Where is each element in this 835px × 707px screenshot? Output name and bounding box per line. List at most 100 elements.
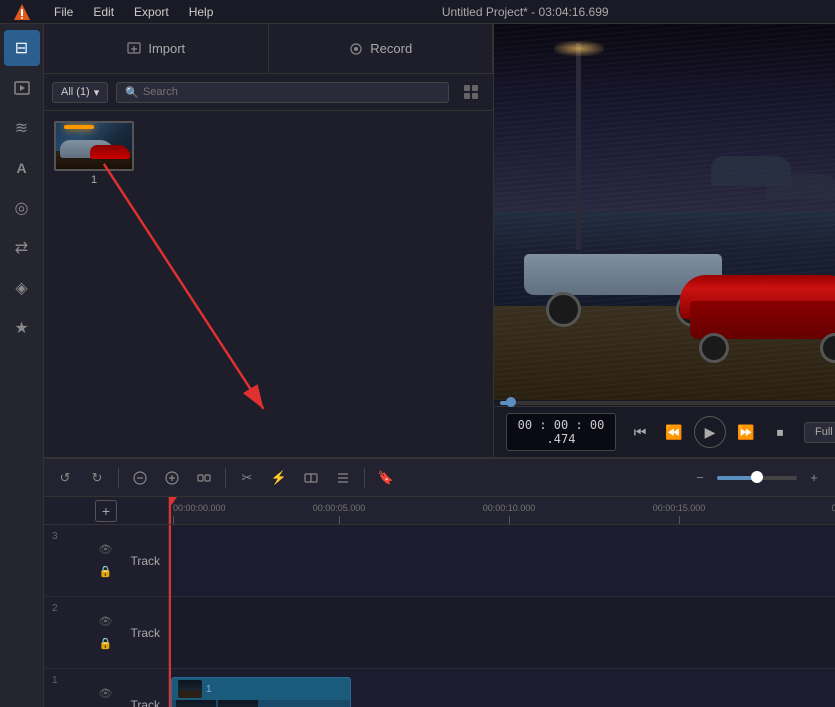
toolbar-separator-1 (118, 468, 119, 488)
split-button[interactable] (298, 465, 324, 491)
marker-button[interactable]: 🔖 (373, 465, 399, 491)
track-1-icons: 👁 🔒 (96, 685, 114, 707)
track-row-3[interactable] (169, 525, 835, 597)
media-content: 1 (44, 111, 493, 457)
track-clip-1[interactable]: 1 (171, 677, 351, 707)
light-glow (554, 41, 604, 56)
track-2-lock-button[interactable]: 🔒 (96, 635, 114, 653)
remove-button[interactable] (127, 465, 153, 491)
clip-mini-thumb (178, 680, 202, 698)
clip-thumb-2 (218, 700, 258, 707)
sidebar-icon-layers[interactable]: ⊟ (4, 30, 40, 66)
track-2-visibility-button[interactable]: 👁 (96, 613, 114, 631)
menu-bar: File Edit Export Help Untitled Project* … (0, 0, 835, 24)
toolbar-separator-2 (225, 468, 226, 488)
grid-toggle-button[interactable] (457, 80, 485, 104)
playback-controls: ⏮ ⏪ ▶ ⏩ ⏹ (626, 416, 794, 448)
zoom-in-button[interactable]: + (801, 465, 827, 491)
import-button[interactable]: Import (44, 24, 269, 73)
cut-button[interactable]: ✂ (234, 465, 260, 491)
ruler-mark-20: 00:00:20 (831, 503, 835, 513)
sidebar-icon-filter[interactable]: ◈ (4, 270, 40, 306)
clip-header: 1 (172, 678, 350, 700)
timeline-content: 00:00:00.000 00:00:05.000 00:00:10.000 0… (169, 497, 835, 707)
search-icon: 🔍 (125, 86, 139, 99)
track-row-2[interactable] (169, 597, 835, 669)
clip-label: 1 (206, 684, 212, 695)
track-row-1[interactable]: 1 (169, 669, 835, 707)
record-button[interactable]: Record (269, 24, 494, 73)
sidebar-icon-star[interactable]: ★ (4, 310, 40, 346)
zoom-control: − + (687, 465, 827, 491)
track-3-visibility-button[interactable]: 👁 (96, 541, 114, 559)
add-track-button[interactable]: + (95, 500, 117, 522)
rewind-button[interactable]: ⏪ (660, 418, 688, 446)
add-button[interactable] (159, 465, 185, 491)
zoom-slider[interactable] (717, 476, 797, 480)
sidebar-icon-text[interactable]: A (4, 150, 40, 186)
track-3-icons: 👁 🔒 (96, 541, 114, 581)
timeline-tracks: + 3 👁 🔒 Track 2 (44, 497, 835, 707)
track-number-2: 2 (52, 603, 58, 614)
import-label: Import (148, 41, 185, 56)
ruler-mark-15: 00:00:15.000 (653, 503, 706, 513)
track-labels: + 3 👁 🔒 Track 2 (44, 497, 169, 707)
progress-handle[interactable] (506, 397, 516, 407)
search-input[interactable] (143, 86, 440, 98)
light-pole (576, 43, 581, 250)
track-label-header: + (44, 497, 168, 525)
track-number-3: 3 (52, 531, 58, 542)
ruler-marks: 00:00:00.000 00:00:05.000 00:00:10.000 0… (169, 497, 835, 524)
sidebar-icon-transitions[interactable]: ⇄ (4, 230, 40, 266)
window-title: Untitled Project* - 03:04:16.699 (223, 5, 827, 19)
ruler-tick-0 (173, 516, 174, 524)
filter-dropdown[interactable]: All (1) ▾ (52, 82, 108, 103)
media-filter-bar: All (1) ▾ 🔍 (44, 74, 493, 111)
sidebar-icon-audio[interactable]: ≋ (4, 110, 40, 146)
media-thumbnail (54, 121, 134, 171)
sidebar-icon-effects[interactable]: ◎ (4, 190, 40, 226)
menu-edit[interactable]: Edit (83, 3, 124, 21)
timeline-ruler: 00:00:00.000 00:00:05.000 00:00:10.000 0… (169, 497, 835, 525)
ruler-tick-10 (509, 516, 510, 524)
main-layout: ⊟ ≋ A ◎ ⇄ ◈ ★ Im (0, 24, 835, 707)
sidebar: ⊟ ≋ A ◎ ⇄ ◈ ★ (0, 24, 44, 707)
step-back-button[interactable]: ⏮ (626, 418, 654, 446)
sidebar-icon-media[interactable] (4, 70, 40, 106)
app-logo (8, 0, 36, 24)
track-number-1: 1 (52, 675, 58, 686)
play-button[interactable]: ▶ (694, 416, 726, 448)
zoom-out-button[interactable]: − (687, 465, 713, 491)
crop-button[interactable] (330, 465, 356, 491)
group-button[interactable] (191, 465, 217, 491)
playhead-ruler[interactable] (169, 497, 171, 524)
playhead-line (169, 525, 171, 707)
fast-forward-button[interactable]: ⏩ (732, 418, 760, 446)
search-box[interactable]: 🔍 (116, 82, 449, 103)
track-3-lock-button[interactable]: 🔒 (96, 563, 114, 581)
track-2-icons: 👁 🔒 (96, 613, 114, 653)
track-1-visibility-button[interactable]: 👁 (96, 685, 114, 703)
menu-help[interactable]: Help (179, 3, 224, 21)
menu-export[interactable]: Export (124, 3, 179, 21)
undo-button[interactable]: ↺ (52, 465, 78, 491)
lightning-button[interactable]: ⚡ (266, 465, 292, 491)
timeline-area: ↺ ↻ (44, 457, 835, 707)
track-label-2: 2 👁 🔒 Track (44, 597, 168, 669)
media-toolbar: Import Record (44, 24, 493, 74)
quality-button[interactable]: Full ▾ (804, 422, 835, 443)
red-car (680, 275, 835, 355)
ruler-tick-5 (339, 516, 340, 524)
redo-button[interactable]: ↻ (84, 465, 110, 491)
media-item[interactable]: 1 (54, 121, 134, 186)
zoom-slider-handle[interactable] (751, 471, 763, 483)
preview-controls: 00 : 00 : 00 .474 ⏮ ⏪ ▶ ⏩ ⏹ Full ▾ (494, 406, 835, 457)
ruler-mark-0: 00:00:00.000 (173, 503, 226, 513)
timeline-tracks-content: 1 (169, 525, 835, 707)
track-label-1: 1 👁 🔒 Track (44, 669, 168, 707)
menu-file[interactable]: File (44, 3, 83, 21)
stop-button[interactable]: ⏹ (766, 418, 794, 446)
preview-video (494, 24, 835, 400)
track-name-2: Track (130, 626, 160, 640)
progress-track[interactable] (500, 401, 835, 405)
